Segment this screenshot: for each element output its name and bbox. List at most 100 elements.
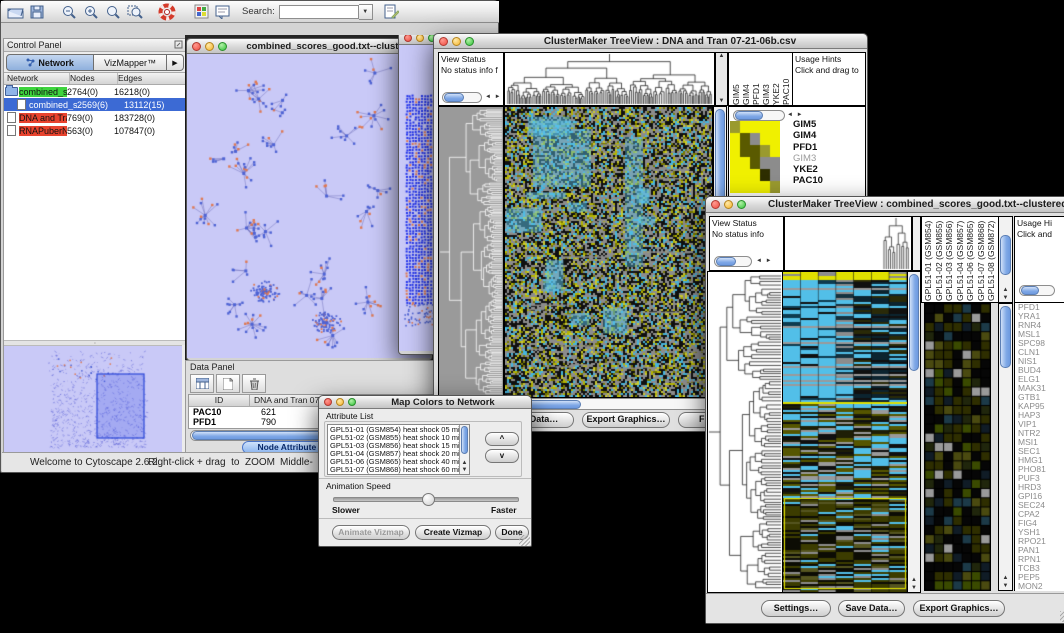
attribute-list-item[interactable]: GPL51-02 (GSM855) heat shock 10 min xyxy=(330,434,459,442)
zoom-panel-scrollbar[interactable] xyxy=(733,110,785,121)
scroll-thumb[interactable] xyxy=(444,93,464,102)
column-label[interactable]: GPL51-06 (GSM865) xyxy=(965,218,976,301)
tv2-save-data-button[interactable]: Save Data… xyxy=(838,600,905,617)
vscroll-thumb[interactable] xyxy=(1000,235,1011,275)
close-icon[interactable] xyxy=(404,35,412,42)
column-label[interactable]: YKE2 xyxy=(771,53,781,105)
tab-more-arrow[interactable]: ▶ xyxy=(167,54,184,71)
gene-label[interactable]: MAK31 xyxy=(1018,384,1064,393)
zoom-window-icon[interactable] xyxy=(737,200,746,209)
attribute-list-item[interactable]: GPL51-01 (GSM854) heat shock 05 min xyxy=(330,426,459,434)
gene-label[interactable]: HMG1 xyxy=(1018,456,1064,465)
gene-label[interactable]: FIG4 xyxy=(1018,519,1064,528)
scroll-arrows-icon[interactable]: ◄ ► xyxy=(756,258,773,264)
gene-label[interactable]: MSL1 xyxy=(1018,330,1064,339)
tv2-export-graphics-button[interactable]: Export Graphics… xyxy=(913,600,1005,617)
zoom-selected-icon[interactable] xyxy=(124,2,146,22)
gene-label[interactable]: HAP3 xyxy=(1018,411,1064,420)
gene-label[interactable]: HRD3 xyxy=(1018,483,1064,492)
minimize-icon[interactable] xyxy=(452,37,461,46)
column-label[interactable]: PAC10 xyxy=(781,53,791,105)
network-tree-row[interactable]: RNAPuberNov2+ 563(0) 107847(0) xyxy=(4,124,186,137)
gene-label[interactable]: PAC10 xyxy=(793,175,823,186)
network-overview-panel[interactable] xyxy=(4,345,182,452)
save-session-icon[interactable] xyxy=(26,2,48,22)
attribute-list-item[interactable]: GPL51-03 (GSM856) heat shock 15 min xyxy=(330,442,459,450)
gene-label[interactable]: VIP1 xyxy=(1018,420,1064,429)
gene-label[interactable]: ELG1 xyxy=(1018,375,1064,384)
attribute-list-item[interactable]: GPL51-04 (GSM857) heat shock 20 min xyxy=(330,450,459,458)
annotation-icon[interactable] xyxy=(212,2,234,22)
column-label[interactable]: GPL51-01 (GSM854) xyxy=(923,218,934,301)
gene-label[interactable]: PHO81 xyxy=(1018,465,1064,474)
gene-label[interactable]: PAN1 xyxy=(1018,546,1064,555)
resize-grip[interactable] xyxy=(1060,611,1064,622)
network-window-1-titlebar[interactable]: combined_scores_good.txt--cluste... xyxy=(187,39,432,54)
float-panel-icon[interactable] xyxy=(174,36,183,54)
close-icon[interactable] xyxy=(192,42,201,51)
attribute-list-vscrollbar[interactable]: ▲▼ xyxy=(459,425,469,474)
gene-label[interactable]: CLN1 xyxy=(1018,348,1064,357)
close-icon[interactable] xyxy=(324,398,332,406)
col-header-id[interactable]: ID xyxy=(189,395,250,406)
column-label[interactable]: GPL51-07 (GSM868) xyxy=(976,218,987,301)
gene-label[interactable]: GTB1 xyxy=(1018,393,1064,402)
gene-label[interactable]: YSH1 xyxy=(1018,528,1064,537)
column-label[interactable]: GIM4 xyxy=(741,53,751,105)
node-attribute-editor-icon[interactable] xyxy=(381,2,403,22)
gene-label[interactable]: YRA1 xyxy=(1018,312,1064,321)
zoom-window-icon[interactable] xyxy=(348,398,356,406)
gene-label[interactable]: RPO21 xyxy=(1018,537,1064,546)
tv1-mini-vscroll[interactable]: ▲▼ xyxy=(715,52,728,106)
tv2-column-dendrogram[interactable] xyxy=(784,216,912,271)
network-tree-row[interactable]: combined_sco 2569(6) 13112(15) xyxy=(4,98,186,111)
resize-grip[interactable] xyxy=(519,535,530,546)
tv1-column-dendrogram[interactable] xyxy=(504,52,715,106)
view-status-scrollbar[interactable] xyxy=(442,92,482,103)
attribute-list-item[interactable]: GPL51-06 (GSM865) heat shock 40 min xyxy=(330,458,459,466)
gene-label[interactable]: MSI1 xyxy=(1018,438,1064,447)
tv1-global-heatmap[interactable] xyxy=(504,106,713,398)
zoom-window-icon[interactable] xyxy=(218,42,227,51)
close-icon[interactable] xyxy=(711,200,720,209)
slider-thumb[interactable] xyxy=(422,493,435,506)
tv2-settings-button[interactable]: Settings… xyxy=(761,600,831,617)
tv1-zoom-heatmap[interactable] xyxy=(730,121,780,193)
search-input[interactable] xyxy=(279,5,359,19)
column-label[interactable]: GIM5 xyxy=(731,53,741,105)
scroll-thumb[interactable] xyxy=(1021,286,1039,295)
view-status-scrollbar[interactable] xyxy=(714,256,752,267)
close-icon[interactable] xyxy=(439,37,448,46)
scroll-thumb[interactable] xyxy=(716,257,736,266)
gene-label[interactable]: YKE2 xyxy=(793,164,823,175)
tv2-zoom-vscrollbar[interactable]: ▲▼ xyxy=(998,303,1013,591)
gene-label[interactable]: GIM5 xyxy=(793,119,823,130)
attribute-listbox[interactable]: GPL51-01 (GSM854) heat shock 05 minGPL51… xyxy=(327,424,470,475)
gene-label[interactable]: KAP95 xyxy=(1018,402,1064,411)
new-attribute-icon[interactable] xyxy=(216,374,240,393)
animate-vizmap-button[interactable]: Animate Vizmap xyxy=(332,525,410,540)
search-dropdown-icon[interactable]: ▼ xyxy=(359,4,373,20)
move-up-button[interactable]: ^ xyxy=(485,432,519,446)
column-label[interactable]: GPL51-02 (GSM855) xyxy=(934,218,945,301)
gene-label[interactable]: CPA2 xyxy=(1018,510,1064,519)
gene-label[interactable]: RPN1 xyxy=(1018,555,1064,564)
gene-label[interactable]: GIM3 xyxy=(793,153,823,164)
minimize-icon[interactable] xyxy=(724,200,733,209)
gene-label[interactable]: PEP5 xyxy=(1018,573,1064,582)
gene-label[interactable]: SEC24 xyxy=(1018,501,1064,510)
tv1-row-dendrogram[interactable] xyxy=(438,106,504,398)
help-lifesaver-icon[interactable] xyxy=(156,2,178,22)
gene-label[interactable]: PFD1 xyxy=(1018,303,1064,312)
tv2-titlebar[interactable]: ClusterMaker TreeView : combined_scores_… xyxy=(706,197,1064,213)
gene-label[interactable]: PFD1 xyxy=(793,142,823,153)
animation-speed-slider[interactable] xyxy=(333,497,519,502)
column-labels-vscrollbar[interactable]: ▲▼ xyxy=(998,217,1012,302)
gene-label[interactable]: MON2 xyxy=(1018,582,1064,591)
zoom-fit-icon[interactable] xyxy=(102,2,124,22)
gene-label[interactable]: GIM4 xyxy=(793,130,823,141)
attribute-select-icon[interactable] xyxy=(190,374,214,393)
tv1-export-graphics-button[interactable]: Export Graphics… xyxy=(582,412,670,428)
gene-label[interactable]: BUD4 xyxy=(1018,366,1064,375)
open-session-icon[interactable] xyxy=(4,2,26,22)
